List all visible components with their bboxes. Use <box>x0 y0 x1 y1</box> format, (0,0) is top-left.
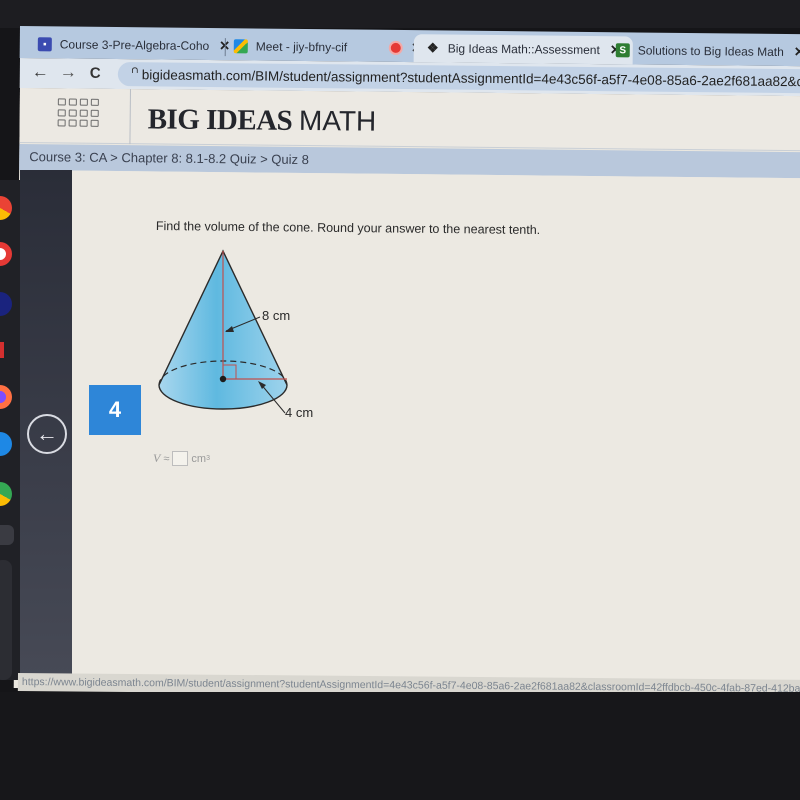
tab-separator <box>224 38 226 57</box>
screen: ▪ Course 3-Pre-Algebra-Coho ✕ Meet - jiy… <box>0 0 800 800</box>
tab-label: Big Ideas Math::Assessment <box>447 41 600 58</box>
tab-solutions[interactable]: S Solutions to Big Ideas Math ✕ <box>615 36 800 66</box>
reload-button[interactable]: C <box>90 65 101 82</box>
bezel-bottom <box>0 692 800 800</box>
apps-grid-icon[interactable] <box>57 98 100 128</box>
site-header: BIG IDEAS MATH <box>19 88 800 152</box>
tab-big-ideas-assessment[interactable]: ❖ Big Ideas Math::Assessment ✕ <box>413 34 633 65</box>
back-button[interactable]: ← <box>32 62 49 82</box>
messenger-app-icon[interactable] <box>0 385 12 409</box>
unit-exponent: 3 <box>206 455 210 462</box>
play-store-app-icon[interactable] <box>0 482 12 506</box>
unit-label: cm <box>191 452 207 465</box>
tab-meet[interactable]: Meet - jiy-bfny-cif ✕ <box>233 32 423 62</box>
header-divider <box>129 89 131 145</box>
files-app-icon[interactable] <box>0 432 12 456</box>
tab-classroom[interactable]: ▪ Course 3-Pre-Algebra-Coho ✕ <box>37 30 231 60</box>
previous-question-button[interactable]: ← <box>27 414 67 454</box>
site-logo: BIG IDEAS MATH <box>148 103 377 138</box>
cone-figure: 8 cm 4 cm <box>158 249 313 420</box>
bezel-top <box>0 0 800 28</box>
status-tray[interactable] <box>0 560 12 680</box>
os-shelf <box>0 180 20 680</box>
url-text: bigideasmath.com/BIM/student/assignment?… <box>141 66 800 90</box>
logo-math: MATH <box>298 104 377 137</box>
disney-app-icon[interactable] <box>0 292 12 316</box>
height-label: 8 cm <box>262 308 290 323</box>
question-number-badge: 4 <box>89 385 141 435</box>
forward-button[interactable]: → <box>60 62 77 82</box>
screen-capture-icon[interactable] <box>0 525 14 545</box>
base-center-point <box>219 375 227 383</box>
answer-input[interactable] <box>172 451 189 466</box>
address-bar[interactable]: bigideasmath.com/BIM/student/assignment?… <box>117 62 800 94</box>
slader-icon: S <box>615 43 630 58</box>
big-ideas-icon: ❖ <box>426 40 439 56</box>
arrow-left-icon: ← <box>36 421 58 446</box>
classroom-icon: ▪ <box>37 37 52 52</box>
approx-symbol: ≈ <box>163 452 170 465</box>
chrome-app-icon[interactable] <box>0 196 12 220</box>
tab-label: Meet - jiy-bfny-cif <box>255 39 348 55</box>
logo-big-ideas: BIG IDEAS <box>147 103 293 137</box>
answer-row: V ≈ cm 3 <box>153 451 210 466</box>
close-icon[interactable]: ✕ <box>794 44 800 60</box>
radius-label: 4 cm <box>285 405 313 420</box>
breadcrumb[interactable]: Course 3: CA > Chapter 8: 8.1-8.2 Quiz >… <box>29 149 309 167</box>
tab-label: Solutions to Big Ideas Math <box>637 43 784 60</box>
youtube-app-icon[interactable] <box>0 242 12 266</box>
tab-label: Course 3-Pre-Algebra-Coho <box>59 37 210 53</box>
recording-icon <box>391 42 402 53</box>
variable-label: V <box>153 451 161 465</box>
meet-icon <box>233 39 248 54</box>
netflix-app-icon[interactable] <box>0 342 4 358</box>
